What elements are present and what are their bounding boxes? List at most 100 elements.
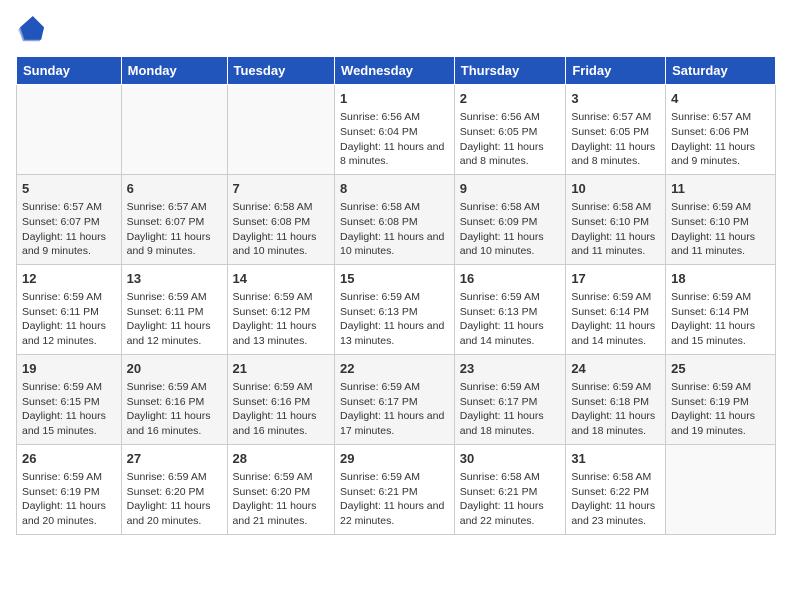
day-info: Sunrise: 6:59 AM Sunset: 6:15 PM Dayligh… xyxy=(22,380,116,439)
day-info: Sunrise: 6:59 AM Sunset: 6:13 PM Dayligh… xyxy=(460,290,561,349)
calendar-cell: 30 Sunrise: 6:58 AM Sunset: 6:21 PM Dayli… xyxy=(454,444,566,534)
column-header-sunday: Sunday xyxy=(17,57,122,85)
day-info: Sunrise: 6:57 AM Sunset: 6:07 PM Dayligh… xyxy=(22,200,116,259)
day-info: Sunrise: 6:59 AM Sunset: 6:16 PM Dayligh… xyxy=(127,380,222,439)
calendar-cell: 17Sunrise: 6:59 AM Sunset: 6:14 PM Dayli… xyxy=(566,264,666,354)
day-info: Sunrise: 6:59 AM Sunset: 6:14 PM Dayligh… xyxy=(571,290,660,349)
calendar-cell: 29 Sunrise: 6:59 AM Sunset: 6:21 PM Dayli… xyxy=(335,444,455,534)
day-number: 7 xyxy=(233,180,330,198)
day-number: 21 xyxy=(233,360,330,378)
day-number: 2 xyxy=(460,90,561,108)
calendar-cell: 8 Sunrise: 6:58 AM Sunset: 6:08 PM Daylig… xyxy=(335,174,455,264)
day-info: Sunrise: 6:59 AM Sunset: 6:16 PM Dayligh… xyxy=(233,380,330,439)
day-number: 16 xyxy=(460,270,561,288)
day-info: Sunrise: 6:57 AM Sunset: 6:05 PM Dayligh… xyxy=(571,110,660,169)
calendar-cell: 4 Sunrise: 6:57 AM Sunset: 6:06 PM Daylig… xyxy=(666,85,776,175)
day-number: 1 xyxy=(340,90,449,108)
day-number: 4 xyxy=(671,90,770,108)
day-number: 6 xyxy=(127,180,222,198)
day-number: 23 xyxy=(460,360,561,378)
day-number: 20 xyxy=(127,360,222,378)
day-info: Sunrise: 6:57 AM Sunset: 6:06 PM Dayligh… xyxy=(671,110,770,169)
day-number: 18 xyxy=(671,270,770,288)
calendar-week-row: 5 Sunrise: 6:57 AM Sunset: 6:07 PM Daylig… xyxy=(17,174,776,264)
logo xyxy=(16,16,48,44)
day-info: Sunrise: 6:59 AM Sunset: 6:21 PM Dayligh… xyxy=(340,470,449,529)
day-info: Sunrise: 6:56 AM Sunset: 6:05 PM Dayligh… xyxy=(460,110,561,169)
calendar-table: SundayMondayTuesdayWednesdayThursdayFrid… xyxy=(16,56,776,535)
day-info: Sunrise: 6:59 AM Sunset: 6:20 PM Dayligh… xyxy=(233,470,330,529)
logo-icon xyxy=(16,16,44,44)
day-info: Sunrise: 6:59 AM Sunset: 6:11 PM Dayligh… xyxy=(127,290,222,349)
calendar-cell xyxy=(666,444,776,534)
day-info: Sunrise: 6:57 AM Sunset: 6:07 PM Dayligh… xyxy=(127,200,222,259)
day-info: Sunrise: 6:59 AM Sunset: 6:20 PM Dayligh… xyxy=(127,470,222,529)
calendar-cell: 27 Sunrise: 6:59 AM Sunset: 6:20 PM Dayli… xyxy=(121,444,227,534)
day-info: Sunrise: 6:59 AM Sunset: 6:14 PM Dayligh… xyxy=(671,290,770,349)
day-number: 28 xyxy=(233,450,330,468)
calendar-cell: 19 Sunrise: 6:59 AM Sunset: 6:15 PM Dayli… xyxy=(17,354,122,444)
calendar-cell xyxy=(17,85,122,175)
calendar-cell: 10 Sunrise: 6:58 AM Sunset: 6:10 PM Dayli… xyxy=(566,174,666,264)
day-number: 3 xyxy=(571,90,660,108)
day-info: Sunrise: 6:59 AM Sunset: 6:10 PM Dayligh… xyxy=(671,200,770,259)
calendar-header-row: SundayMondayTuesdayWednesdayThursdayFrid… xyxy=(17,57,776,85)
day-number: 22 xyxy=(340,360,449,378)
day-number: 24 xyxy=(571,360,660,378)
calendar-cell: 18 Sunrise: 6:59 AM Sunset: 6:14 PM Dayli… xyxy=(666,264,776,354)
day-number: 30 xyxy=(460,450,561,468)
calendar-cell: 15 Sunrise: 6:59 AM Sunset: 6:13 PM Dayli… xyxy=(335,264,455,354)
calendar-cell: 2 Sunrise: 6:56 AM Sunset: 6:05 PM Daylig… xyxy=(454,85,566,175)
day-number: 8 xyxy=(340,180,449,198)
day-info: Sunrise: 6:59 AM Sunset: 6:18 PM Dayligh… xyxy=(571,380,660,439)
calendar-cell: 13Sunrise: 6:59 AM Sunset: 6:11 PM Dayli… xyxy=(121,264,227,354)
day-number: 11 xyxy=(671,180,770,198)
column-header-friday: Friday xyxy=(566,57,666,85)
day-info: Sunrise: 6:59 AM Sunset: 6:11 PM Dayligh… xyxy=(22,290,116,349)
calendar-week-row: 19 Sunrise: 6:59 AM Sunset: 6:15 PM Dayli… xyxy=(17,354,776,444)
column-header-saturday: Saturday xyxy=(666,57,776,85)
calendar-week-row: 1Sunrise: 6:56 AM Sunset: 6:04 PM Daylig… xyxy=(17,85,776,175)
day-number: 14 xyxy=(233,270,330,288)
day-number: 27 xyxy=(127,450,222,468)
calendar-cell: 23 Sunrise: 6:59 AM Sunset: 6:17 PM Dayli… xyxy=(454,354,566,444)
calendar-week-row: 12 Sunrise: 6:59 AM Sunset: 6:11 PM Dayli… xyxy=(17,264,776,354)
calendar-cell: 25 Sunrise: 6:59 AM Sunset: 6:19 PM Dayli… xyxy=(666,354,776,444)
day-info: Sunrise: 6:58 AM Sunset: 6:10 PM Dayligh… xyxy=(571,200,660,259)
day-info: Sunrise: 6:59 AM Sunset: 6:19 PM Dayligh… xyxy=(671,380,770,439)
day-number: 9 xyxy=(460,180,561,198)
calendar-cell: 31Sunrise: 6:58 AM Sunset: 6:22 PM Dayli… xyxy=(566,444,666,534)
day-number: 29 xyxy=(340,450,449,468)
day-info: Sunrise: 6:59 AM Sunset: 6:19 PM Dayligh… xyxy=(22,470,116,529)
calendar-cell: 26 Sunrise: 6:59 AM Sunset: 6:19 PM Dayli… xyxy=(17,444,122,534)
day-number: 15 xyxy=(340,270,449,288)
calendar-cell: 7 Sunrise: 6:58 AM Sunset: 6:08 PM Daylig… xyxy=(227,174,335,264)
calendar-cell: 12 Sunrise: 6:59 AM Sunset: 6:11 PM Dayli… xyxy=(17,264,122,354)
calendar-cell: 20 Sunrise: 6:59 AM Sunset: 6:16 PM Dayli… xyxy=(121,354,227,444)
calendar-cell xyxy=(121,85,227,175)
day-number: 19 xyxy=(22,360,116,378)
column-header-thursday: Thursday xyxy=(454,57,566,85)
calendar-cell: 11 Sunrise: 6:59 AM Sunset: 6:10 PM Dayli… xyxy=(666,174,776,264)
day-info: Sunrise: 6:58 AM Sunset: 6:22 PM Dayligh… xyxy=(571,470,660,529)
calendar-cell xyxy=(227,85,335,175)
day-number: 12 xyxy=(22,270,116,288)
column-header-monday: Monday xyxy=(121,57,227,85)
day-number: 26 xyxy=(22,450,116,468)
day-number: 10 xyxy=(571,180,660,198)
page-header xyxy=(16,16,776,44)
day-info: Sunrise: 6:58 AM Sunset: 6:09 PM Dayligh… xyxy=(460,200,561,259)
day-info: Sunrise: 6:59 AM Sunset: 6:17 PM Dayligh… xyxy=(340,380,449,439)
day-info: Sunrise: 6:58 AM Sunset: 6:08 PM Dayligh… xyxy=(340,200,449,259)
calendar-cell: 5 Sunrise: 6:57 AM Sunset: 6:07 PM Daylig… xyxy=(17,174,122,264)
day-info: Sunrise: 6:59 AM Sunset: 6:13 PM Dayligh… xyxy=(340,290,449,349)
day-info: Sunrise: 6:58 AM Sunset: 6:21 PM Dayligh… xyxy=(460,470,561,529)
calendar-cell: 14Sunrise: 6:59 AM Sunset: 6:12 PM Dayli… xyxy=(227,264,335,354)
day-number: 25 xyxy=(671,360,770,378)
day-info: Sunrise: 6:58 AM Sunset: 6:08 PM Dayligh… xyxy=(233,200,330,259)
day-info: Sunrise: 6:59 AM Sunset: 6:17 PM Dayligh… xyxy=(460,380,561,439)
calendar-cell: 3 Sunrise: 6:57 AM Sunset: 6:05 PM Daylig… xyxy=(566,85,666,175)
calendar-cell: 1Sunrise: 6:56 AM Sunset: 6:04 PM Daylig… xyxy=(335,85,455,175)
calendar-cell: 24 Sunrise: 6:59 AM Sunset: 6:18 PM Dayli… xyxy=(566,354,666,444)
day-number: 5 xyxy=(22,180,116,198)
